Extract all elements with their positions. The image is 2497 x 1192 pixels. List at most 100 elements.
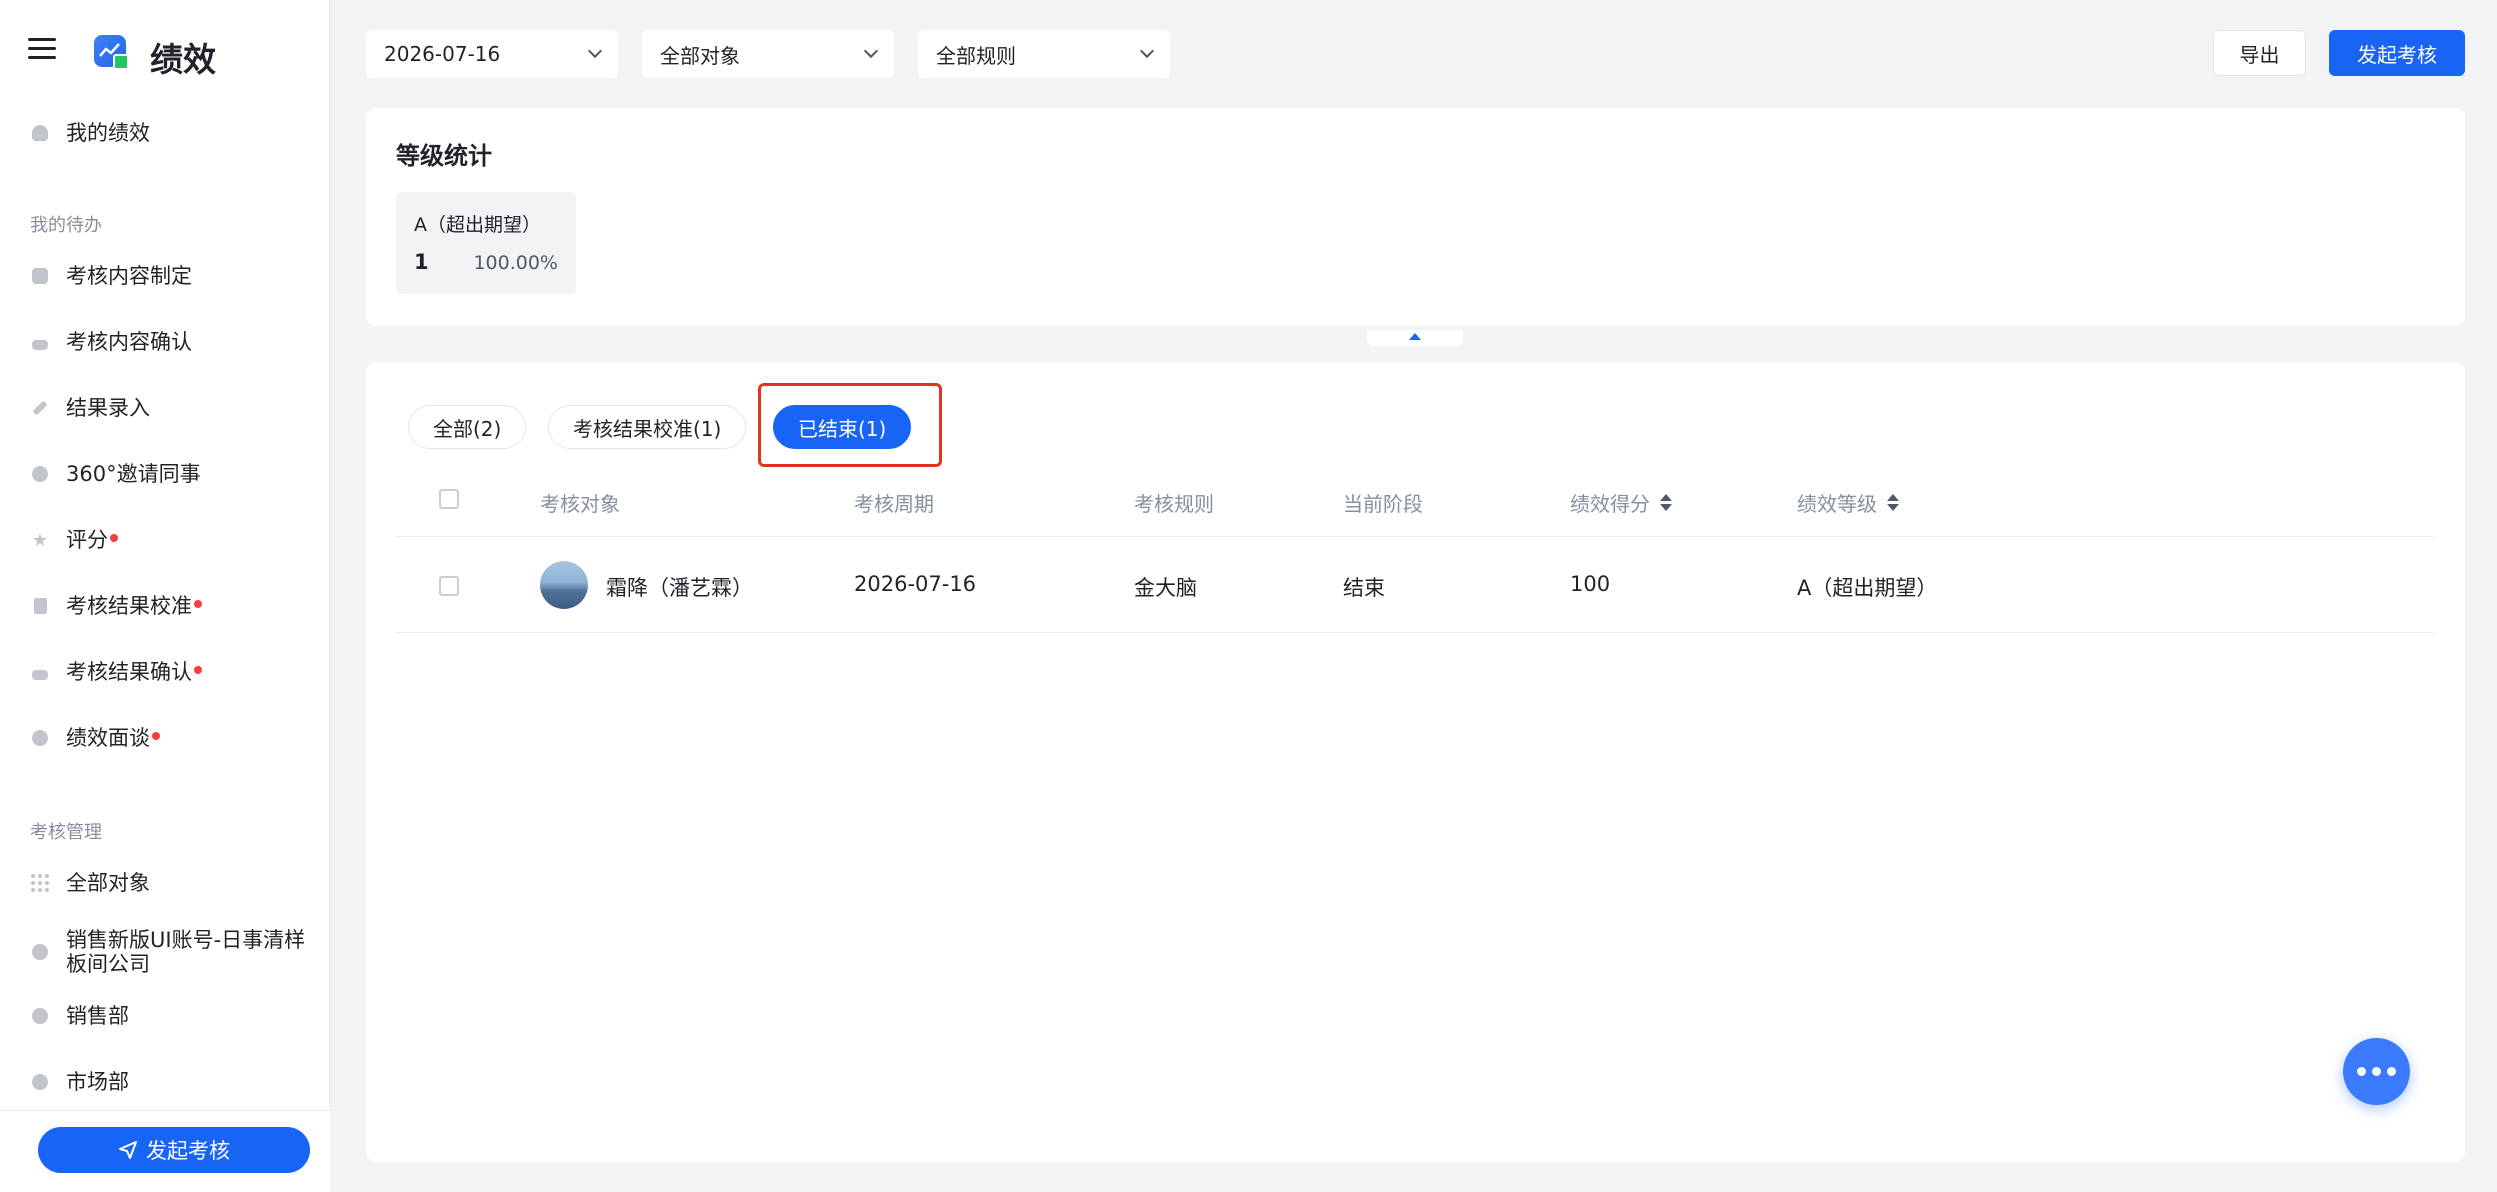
user-icon	[30, 123, 50, 143]
badge-icon	[30, 942, 50, 962]
notification-dot	[194, 666, 202, 674]
sidebar-item-label: 360°邀请同事	[66, 462, 201, 486]
sidebar-item-label: 结果录入	[66, 396, 150, 420]
row-checkbox[interactable]	[439, 576, 459, 596]
chevron-up-icon	[1409, 333, 1421, 340]
cell-period: 2026-07-16	[854, 572, 977, 596]
target-filter-value: 全部对象	[660, 43, 740, 68]
more-actions-button[interactable]	[2343, 1038, 2410, 1105]
sidebar-item-all-targets[interactable]: 全部对象	[30, 863, 310, 903]
more-dots-icon	[2357, 1067, 2366, 1076]
export-button[interactable]: 导出	[2213, 30, 2306, 76]
rule-filter-value: 全部规则	[936, 43, 1016, 68]
sidebar-item-my-performance[interactable]: 我的绩效	[30, 113, 310, 153]
column-header-rule: 考核规则	[1134, 488, 1214, 517]
grade-stats-title: 等级统计	[396, 142, 492, 170]
sidebar-item-marketing-dept[interactable]: 市场部	[30, 1062, 310, 1102]
360-icon	[30, 464, 50, 484]
stamp-icon	[30, 332, 50, 352]
grade-stat-item[interactable]: A（超出期望） 1 100.00%	[396, 192, 576, 294]
column-header-score[interactable]: 绩效得分	[1570, 488, 1672, 517]
performance-logo-icon	[94, 35, 129, 70]
notification-dot	[194, 600, 202, 608]
badge-icon	[30, 1072, 50, 1092]
cell-rule: 金大脑	[1134, 576, 1197, 600]
sidebar-item-label: 我的绩效	[66, 121, 150, 145]
cell-stage: 结束	[1343, 576, 1385, 600]
column-header-label: 绩效等级	[1797, 492, 1877, 516]
section-label-manage: 考核管理	[30, 822, 102, 843]
sidebar-item-content-confirm[interactable]: 考核内容确认	[30, 322, 310, 362]
chevron-down-icon	[1139, 43, 1155, 59]
stamp-icon	[30, 662, 50, 682]
sort-icon[interactable]	[1887, 494, 1899, 511]
row-divider	[396, 632, 2435, 633]
collapse-stats-toggle[interactable]	[1367, 330, 1463, 346]
sidebar-item-label: 考核结果校准	[66, 594, 192, 618]
column-header-label: 考核周期	[854, 492, 934, 516]
header-divider	[396, 536, 2435, 537]
section-label-todo: 我的待办	[30, 215, 102, 236]
select-all-checkbox[interactable]	[439, 489, 459, 509]
pen-icon	[30, 398, 50, 418]
grade-count: 1	[414, 250, 429, 274]
sidebar-item-label: 市场部	[66, 1070, 129, 1094]
grid-icon	[30, 873, 50, 893]
rule-filter-select[interactable]: 全部规则	[918, 30, 1170, 78]
sidebar-item-360-invite[interactable]: 360°邀请同事	[30, 454, 310, 494]
column-header-label: 考核对象	[540, 492, 620, 516]
chevron-down-icon	[587, 43, 603, 59]
date-filter-select[interactable]: 2026-07-16	[366, 30, 618, 78]
sidebar-item-result-confirm[interactable]: 考核结果确认	[30, 652, 310, 692]
brand-header: 绩效	[0, 0, 330, 100]
cell-grade: A（超出期望）	[1797, 576, 1938, 600]
notification-dot	[152, 732, 160, 740]
sidebar-item-label: 全部对象	[66, 871, 150, 895]
column-header-grade[interactable]: 绩效等级	[1797, 488, 1899, 517]
sidebar-launch-assessment-button[interactable]: 发起考核	[38, 1127, 310, 1173]
tab-all[interactable]: 全部(2)	[408, 405, 527, 449]
sidebar-footer: 发起考核	[0, 1110, 330, 1192]
sidebar-item-sales-dept[interactable]: 销售部	[30, 996, 310, 1036]
column-header-target: 考核对象	[540, 488, 620, 517]
column-header-stage: 当前阶段	[1343, 488, 1423, 517]
sort-icon[interactable]	[1660, 494, 1672, 511]
sidebar-item-result-calibrate[interactable]: 考核结果校准	[30, 586, 310, 626]
sidebar-item-result-entry[interactable]: 结果录入	[30, 388, 310, 428]
sidebar-item-content-define[interactable]: 考核内容制定	[30, 256, 310, 296]
sidebar-item-label: 考核内容确认	[66, 330, 192, 354]
target-filter-select[interactable]: 全部对象	[642, 30, 894, 78]
cell-target-name[interactable]: 霜降（潘艺霖）	[606, 572, 753, 602]
sidebar-item-label: 销售部	[66, 1004, 129, 1028]
bookmark-icon	[30, 596, 50, 616]
column-header-label: 当前阶段	[1343, 492, 1423, 516]
sidebar-item-label: 绩效面谈	[66, 726, 150, 750]
badge-icon	[30, 1006, 50, 1026]
sidebar: 绩效 我的绩效 我的待办 考核内容制定 考核内容确认 结果录入 360°邀请同事…	[0, 0, 330, 1192]
avatar[interactable]	[540, 561, 588, 609]
sidebar-item-label: 评分	[66, 528, 108, 552]
column-header-label: 绩效得分	[1570, 492, 1650, 516]
clipboard-icon	[30, 266, 50, 286]
hamburger-menu-icon[interactable]	[28, 38, 56, 62]
send-icon	[119, 1141, 137, 1159]
tab-result-calibration[interactable]: 考核结果校准(1)	[548, 405, 747, 449]
app-title: 绩效	[150, 40, 216, 79]
chevron-down-icon	[863, 43, 879, 59]
star-icon: ★	[31, 529, 49, 551]
sidebar-item-interview[interactable]: 绩效面谈	[30, 718, 310, 758]
annotation-highlight-box	[758, 383, 942, 467]
grade-stats-card: 等级统计 A（超出期望） 1 100.00%	[366, 108, 2465, 326]
grade-name: A（超出期望）	[414, 214, 541, 236]
cell-score: 100	[1570, 572, 1611, 596]
launch-assessment-button[interactable]: 发起考核	[2329, 30, 2465, 76]
assessment-list-card: 全部(2) 考核结果校准(1) 已结束(1) 考核对象 考核周期 考核规则 当前…	[366, 362, 2465, 1162]
sidebar-item-sales-ui-company[interactable]: 销售新版UI账号-日事清样板间公司	[30, 924, 310, 980]
sidebar-item-scoring[interactable]: ★ 评分	[30, 520, 310, 560]
notification-dot	[110, 534, 118, 542]
date-filter-value: 2026-07-16	[384, 42, 501, 66]
sidebar-item-label: 考核结果确认	[66, 660, 192, 684]
sidebar-item-label: 销售新版UI账号-日事清样板间公司	[66, 928, 306, 976]
column-header-period: 考核周期	[854, 488, 934, 517]
grade-percent: 100.00%	[473, 252, 558, 274]
